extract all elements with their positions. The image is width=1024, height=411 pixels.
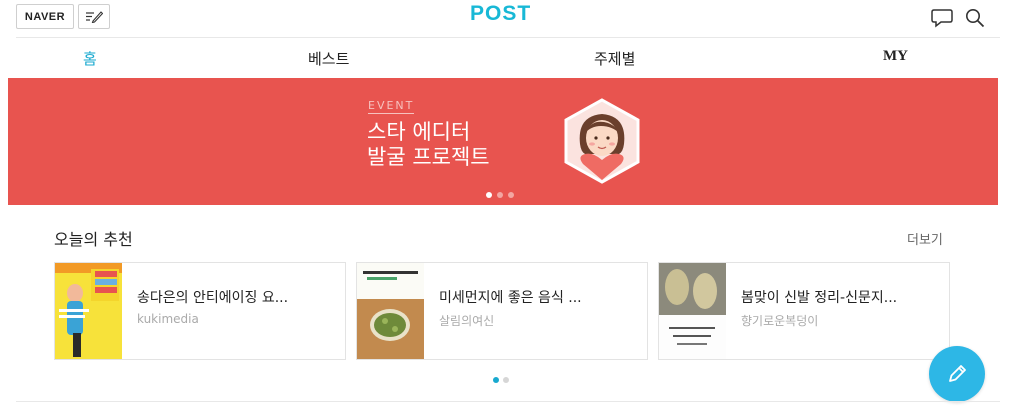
card-title: 봄맞이 신발 정리-신문지... (741, 290, 898, 306)
event-banner[interactable]: EVENT 스타 에디터 발굴 프로젝트 (8, 78, 998, 205)
main-tabs: 홈 베스트 주제별 MY (0, 38, 1024, 78)
recommend-dot-1[interactable] (493, 377, 499, 383)
post-logo[interactable]: POST (470, 2, 531, 32)
pencil-icon (949, 365, 966, 382)
tab-topics[interactable]: 주제별 (594, 48, 635, 69)
banner-dot-3[interactable] (508, 192, 514, 198)
card-thumbnail (55, 263, 122, 359)
event-label: EVENT (368, 99, 415, 114)
banner-pagination (486, 192, 514, 198)
section-title: 오늘의 추천 (54, 230, 133, 249)
recommend-card[interactable]: 봄맞이 신발 정리-신문지... 향기로운복덩이 (658, 262, 950, 360)
card-title: 미세먼지에 좋은 음식 ... (439, 290, 582, 306)
top-bar: NAVER POST (0, 0, 1024, 36)
editor-avatar-illustration (564, 98, 640, 184)
card-thumbnail (357, 263, 424, 359)
search-button[interactable] (963, 7, 987, 29)
banner-headline-2: 발굴 프로젝트 (367, 145, 490, 169)
write-icon (86, 11, 103, 23)
recommend-card[interactable]: 미세먼지에 좋은 음식 ... 살림의여신 (356, 262, 648, 360)
more-link[interactable]: 더보기 (907, 229, 943, 248)
speech-bubble-icon (931, 9, 953, 28)
card-author: kukimedia (137, 312, 199, 326)
banner-dot-2[interactable] (497, 192, 503, 198)
footer-divider (16, 401, 1000, 402)
recommend-dot-2[interactable] (503, 377, 509, 383)
tab-home[interactable]: 홈 (83, 48, 97, 69)
card-author: 향기로운복덩이 (741, 314, 819, 328)
recommend-card[interactable]: 송다은의 안티에이징 요... kukimedia (54, 262, 346, 360)
card-thumbnail (659, 263, 726, 359)
recommend-pagination (493, 377, 509, 383)
tab-best[interactable]: 베스트 (308, 48, 349, 69)
naver-home-button[interactable]: NAVER (16, 4, 74, 29)
write-post-fab[interactable] (929, 346, 985, 402)
write-button[interactable] (78, 4, 110, 29)
card-title: 송다은의 안티에이징 요... (137, 290, 289, 306)
tab-my[interactable]: MY (883, 48, 908, 65)
search-icon (966, 9, 985, 28)
banner-dot-1[interactable] (486, 192, 492, 198)
card-author: 살림의여신 (439, 314, 495, 328)
comment-button[interactable] (930, 7, 954, 29)
